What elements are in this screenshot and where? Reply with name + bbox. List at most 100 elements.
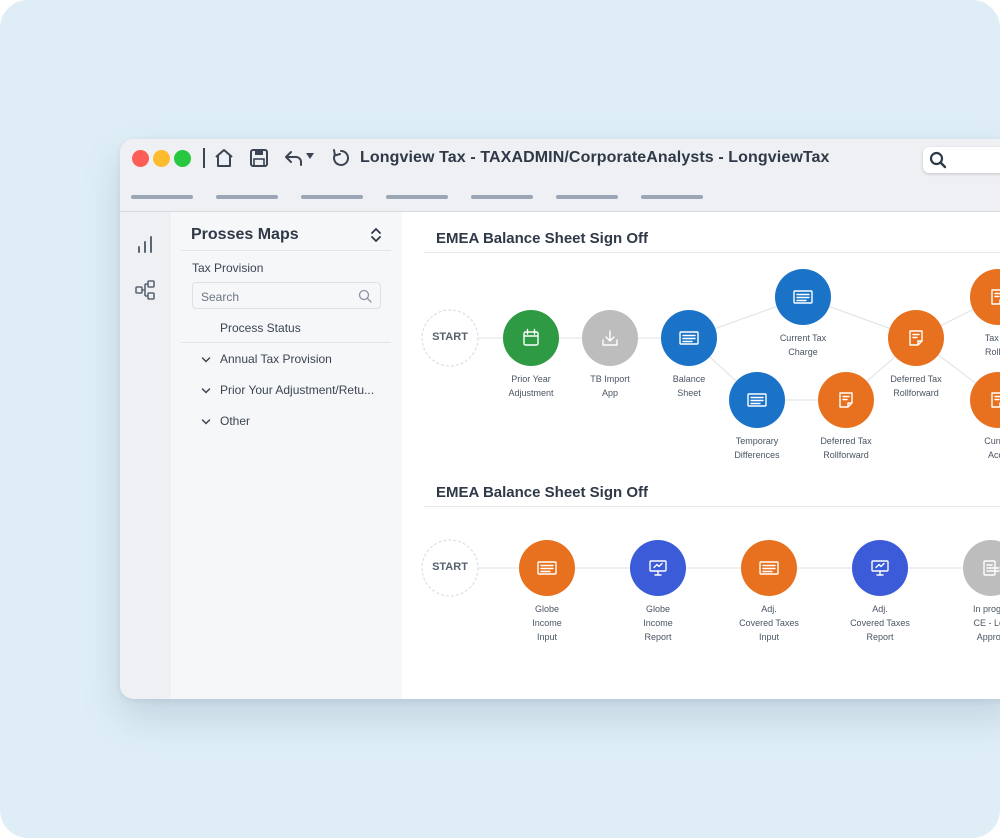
chevron-down-icon[interactable]	[201, 355, 211, 365]
process-node-label-line: Report	[866, 632, 894, 642]
panel-divider	[181, 342, 391, 343]
process-node-label: Globe Income Report	[613, 602, 703, 644]
sidebar-item-annual-tax-provision[interactable]: Annual Tax Provision	[220, 352, 332, 366]
process-node-label: Deferred Tax Rollforward	[871, 372, 961, 400]
panel-title: Prosses Maps	[191, 226, 299, 243]
start-label: START	[432, 331, 468, 343]
section-label: Tax Provision	[192, 261, 264, 275]
icon-rail	[120, 212, 171, 699]
process-node[interactable]	[852, 540, 908, 596]
process-node-label-line: Temporary	[735, 436, 779, 446]
process-node[interactable]	[741, 540, 797, 596]
refresh-icon[interactable]	[330, 147, 352, 169]
process-node-label-line: TB Import	[590, 374, 630, 384]
process-node-label-line: Globe	[645, 604, 671, 614]
process-node-label: TB Import App	[565, 372, 655, 400]
process-node-label-line: Covered Taxes	[739, 618, 799, 628]
search-icon	[358, 289, 372, 303]
process-node-label-line: Tax Ac	[984, 333, 1000, 343]
process-node[interactable]	[630, 540, 686, 596]
process-node-label: Adj. Covered Taxes Input	[724, 602, 814, 644]
tab-placeholder-6[interactable]	[556, 195, 618, 199]
search-icon	[929, 151, 947, 169]
process-maps-panel: Prosses Maps Tax Provision Search Proces…	[171, 212, 402, 699]
toolbar-divider	[203, 148, 205, 168]
process-node-label-line: Rollforward	[893, 388, 939, 398]
title-bar: Longview Tax - TAXADMIN/CorporateAnalyst…	[120, 139, 1000, 212]
process-node-label-line: Approv	[976, 632, 1000, 642]
tab-placeholder-1[interactable]	[131, 195, 193, 199]
process-node-label-line: Globe	[534, 604, 560, 614]
process-map-icon[interactable]	[134, 279, 156, 301]
process-node-label-line: Rollforward	[823, 450, 869, 460]
process-node-label-line: Balance	[672, 374, 706, 384]
process-node-label-line: Input	[758, 632, 780, 642]
process-node-label-line: Covered Taxes	[850, 618, 910, 628]
tab-placeholder-4[interactable]	[386, 195, 448, 199]
process-node[interactable]	[818, 372, 874, 428]
process-node[interactable]	[519, 540, 575, 596]
process-node-label-line: Report	[644, 632, 672, 642]
bar-chart-icon[interactable]	[134, 234, 156, 256]
process-node-label-line: Differences	[734, 450, 780, 460]
process-node[interactable]	[661, 310, 717, 366]
process-node-label-line: Curren	[984, 436, 1000, 446]
window-title: Longview Tax - TAXADMIN/CorporateAnalyst…	[360, 149, 830, 166]
minimize-window-button[interactable]	[153, 150, 170, 167]
process-node-label: Temporary Differences	[712, 434, 802, 462]
process-node-label: Balance Sheet	[644, 372, 734, 400]
process-node-label-line: Input	[536, 632, 558, 642]
tab-placeholder-3[interactable]	[301, 195, 363, 199]
process-node-label-line: Sheet	[677, 388, 701, 398]
process-node-label: In progre CE - Lev Approv	[946, 602, 1000, 644]
process-node[interactable]	[970, 372, 1000, 428]
sidebar-item-process-status[interactable]: Process Status	[220, 321, 301, 335]
process-node-label-line: Adjustment	[508, 388, 554, 398]
process-node[interactable]	[503, 310, 559, 366]
backdrop: Longview Tax - TAXADMIN/CorporateAnalyst…	[0, 0, 1000, 838]
sidebar-search-input[interactable]: Search	[192, 282, 381, 309]
process-node-label-line: Deferred Tax	[890, 374, 942, 384]
process-node-label: Current Tax Charge	[758, 331, 848, 359]
process-node[interactable]	[963, 540, 1000, 596]
process-node-label: Tax Ac Rollfor	[953, 331, 1000, 359]
tab-placeholder-5[interactable]	[471, 195, 533, 199]
app-window: Longview Tax - TAXADMIN/CorporateAnalyst…	[120, 139, 1000, 699]
chevron-down-icon[interactable]	[201, 417, 211, 427]
search-placeholder: Search	[201, 290, 240, 304]
process-node-label-line: Prior Year	[511, 374, 551, 384]
process-node-label-line: Income	[532, 618, 562, 628]
process-node-label-line: Adj.	[761, 604, 777, 614]
chevron-down-icon[interactable]	[201, 386, 211, 396]
sidebar-item-other[interactable]: Other	[220, 414, 250, 428]
maximize-window-button[interactable]	[174, 150, 191, 167]
process-map-canvas: EMEA Balance Sheet Sign Off EMEA Balance…	[402, 212, 1000, 699]
process-node-label-line: Adj.	[872, 604, 888, 614]
process-node[interactable]	[775, 269, 831, 325]
process-node[interactable]	[582, 310, 638, 366]
process-node[interactable]	[888, 310, 944, 366]
process-node-label: Deferred Tax Rollforward	[801, 434, 891, 462]
tab-placeholder-7[interactable]	[641, 195, 703, 199]
save-icon[interactable]	[248, 147, 270, 169]
undo-icon[interactable]	[283, 147, 305, 169]
process-node-label: Adj. Covered Taxes Report	[835, 602, 925, 644]
dropdown-caret-icon[interactable]	[305, 151, 315, 161]
close-window-button[interactable]	[132, 150, 149, 167]
panel-divider	[181, 250, 391, 251]
process-node-label-line: Acco	[987, 450, 1000, 460]
process-node-label: Prior Year Adjustment	[486, 372, 576, 400]
process-node[interactable]	[970, 269, 1000, 325]
process-node-label-line: Income	[643, 618, 673, 628]
process-node[interactable]	[729, 372, 785, 428]
sort-chevron-icon[interactable]	[369, 226, 383, 244]
process-node-label-line: In progre	[972, 604, 1000, 614]
process-node-label-line: App	[601, 388, 618, 398]
process-node-label: Globe Income Input	[502, 602, 592, 644]
tab-placeholder-2[interactable]	[216, 195, 278, 199]
home-icon[interactable]	[213, 147, 235, 169]
process-node-label-line: CE - Lev	[973, 618, 1000, 628]
process-node-label-line: Charge	[788, 347, 818, 357]
global-search-input[interactable]	[923, 147, 1000, 173]
sidebar-item-prior-year-adjustment[interactable]: Prior Your Adjustment/Retu...	[220, 383, 374, 397]
